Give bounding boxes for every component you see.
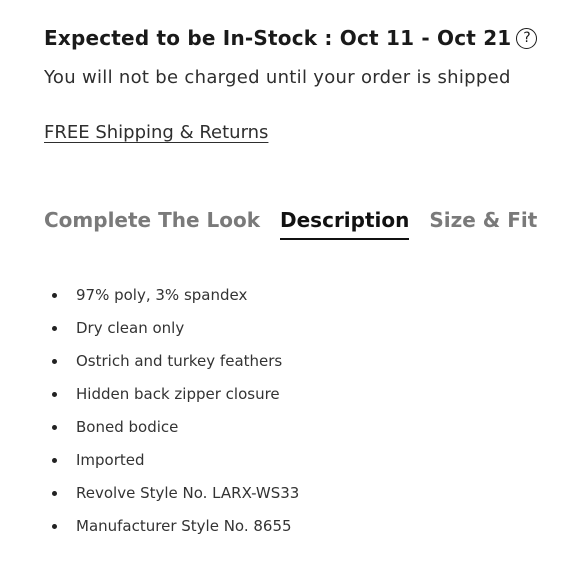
list-item: Manufacturer Style No. 8655: [52, 515, 299, 548]
bullet-icon: [52, 293, 57, 298]
list-item-text: 97% poly, 3% spandex: [76, 286, 248, 304]
tab-size-and-fit[interactable]: Size & Fit: [429, 208, 537, 240]
charge-note: You will not be charged until your order…: [44, 67, 511, 88]
bullet-icon: [52, 458, 57, 463]
list-item: 97% poly, 3% spandex: [52, 284, 299, 317]
tab-description[interactable]: Description: [280, 208, 410, 240]
description-list: 97% poly, 3% spandex Dry clean only Ostr…: [52, 284, 299, 548]
bullet-icon: [52, 425, 57, 430]
list-item-text: Manufacturer Style No. 8655: [76, 517, 292, 535]
list-item-text: Hidden back zipper closure: [76, 385, 280, 403]
list-item-text: Revolve Style No. LARX-WS33: [76, 484, 300, 502]
availability-row: Expected to be In-Stock : Oct 11 - Oct 2…: [44, 26, 538, 50]
bullet-icon: [52, 524, 57, 529]
bullet-icon: [52, 491, 57, 496]
list-item-text: Boned bodice: [76, 418, 179, 436]
list-item: Ostrich and turkey feathers: [52, 350, 299, 383]
product-tabs: Complete The Look Description Size & Fit: [44, 208, 557, 240]
bullet-icon: [52, 392, 57, 397]
free-shipping-link[interactable]: FREE Shipping & Returns: [44, 122, 268, 143]
list-item: Revolve Style No. LARX-WS33: [52, 482, 299, 515]
list-item-text: Imported: [76, 451, 145, 469]
bullet-icon: [52, 326, 57, 331]
list-item: Hidden back zipper closure: [52, 383, 299, 416]
help-circle-icon[interactable]: ?: [516, 27, 538, 49]
availability-title: Expected to be In-Stock : Oct 11 - Oct 2…: [44, 26, 512, 50]
product-details-panel: Expected to be In-Stock : Oct 11 - Oct 2…: [0, 0, 580, 580]
list-item-text: Ostrich and turkey feathers: [76, 352, 283, 370]
tab-complete-the-look[interactable]: Complete The Look: [44, 208, 260, 240]
list-item: Imported: [52, 449, 299, 482]
bullet-icon: [52, 359, 57, 364]
list-item: Boned bodice: [52, 416, 299, 449]
list-item-text: Dry clean only: [76, 319, 185, 337]
list-item: Dry clean only: [52, 317, 299, 350]
